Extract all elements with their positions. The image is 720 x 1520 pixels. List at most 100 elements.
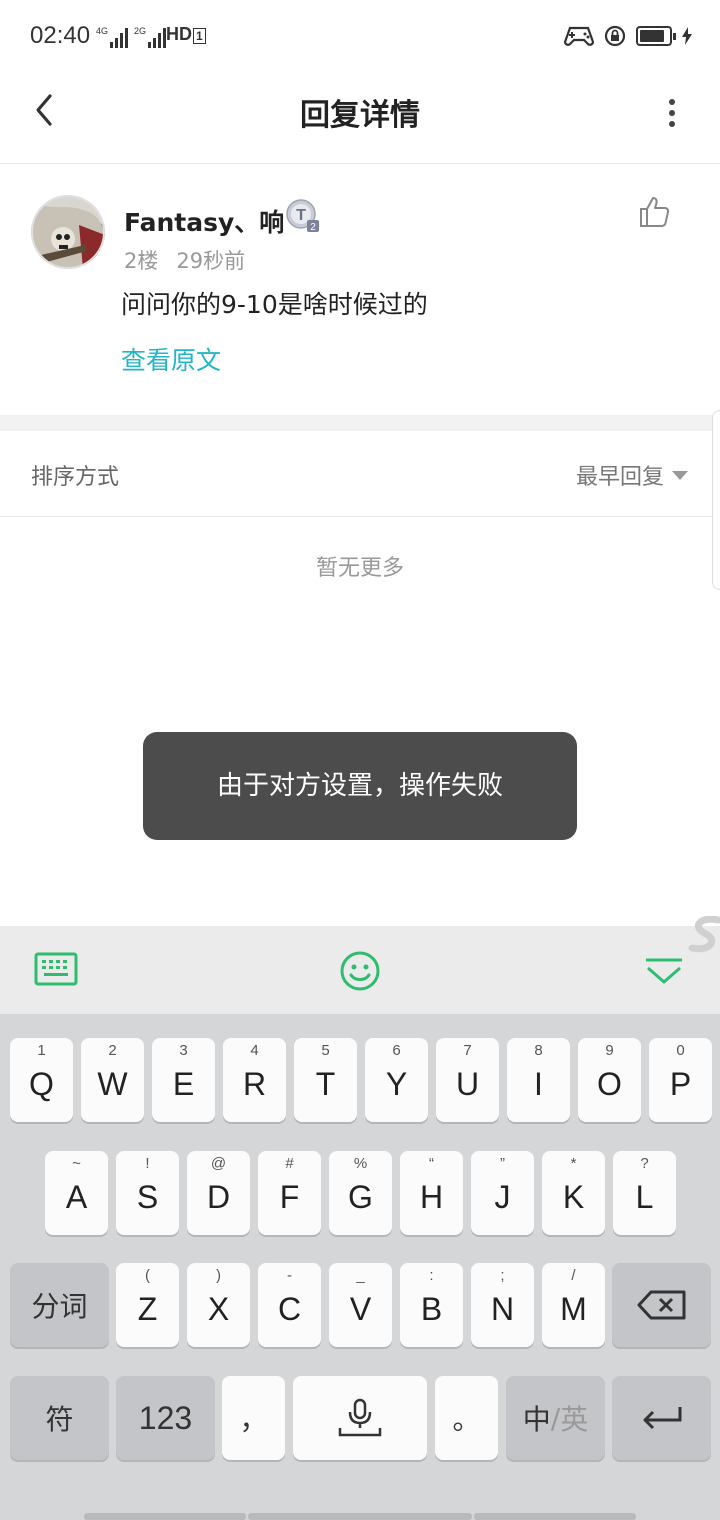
emoji-icon[interactable] bbox=[339, 950, 381, 992]
key-hint: 9 bbox=[605, 1042, 614, 1059]
key-x[interactable]: ) X bbox=[187, 1263, 250, 1347]
key-hint: ” bbox=[500, 1155, 505, 1172]
key-label: G bbox=[348, 1179, 373, 1215]
network-type-1: 4G bbox=[96, 26, 109, 36]
key-a[interactable]: ~ A bbox=[45, 1151, 108, 1235]
svg-text:T: T bbox=[296, 207, 306, 224]
signal-icon-2: 2G bbox=[134, 26, 168, 48]
key-m[interactable]: / M bbox=[542, 1263, 605, 1347]
key-hint: ? bbox=[640, 1155, 649, 1172]
key-label: P bbox=[669, 1066, 692, 1102]
key-hint: “ bbox=[429, 1155, 434, 1172]
user-level-badge-icon: T 2 bbox=[286, 199, 319, 233]
key-hint: / bbox=[571, 1267, 576, 1284]
key-label: N bbox=[490, 1291, 515, 1327]
key-hint: 5 bbox=[321, 1042, 330, 1059]
segment-key[interactable]: 分词 bbox=[10, 1263, 109, 1347]
keyboard-icon[interactable] bbox=[34, 952, 78, 986]
floor-number: 2楼 bbox=[124, 249, 159, 273]
status-bar: 02:40 4G 2G HD 1 bbox=[0, 0, 720, 72]
key-h[interactable]: “H bbox=[400, 1151, 463, 1235]
more-options-icon[interactable] bbox=[664, 94, 680, 134]
reply-meta: 2楼 29秒前 bbox=[124, 245, 245, 275]
view-original-link[interactable]: 查看原文 bbox=[121, 341, 221, 377]
key-u[interactable]: 7U bbox=[436, 1038, 499, 1122]
key-label: V bbox=[349, 1291, 372, 1327]
key-y[interactable]: 6Y bbox=[365, 1038, 428, 1122]
key-b[interactable]: :B bbox=[400, 1263, 463, 1347]
page-title: 回复详情 bbox=[300, 98, 420, 133]
svg-text:2: 2 bbox=[310, 222, 316, 233]
key-n[interactable]: ; N bbox=[471, 1263, 534, 1347]
key-label: K bbox=[562, 1179, 585, 1215]
key-w[interactable]: 2W bbox=[81, 1038, 144, 1122]
signal-icon-1: 4G bbox=[96, 26, 130, 48]
key-hint: 4 bbox=[250, 1042, 259, 1059]
key-t[interactable]: 5T bbox=[294, 1038, 357, 1122]
key-hint: : bbox=[429, 1267, 434, 1284]
key-o[interactable]: 9O bbox=[578, 1038, 641, 1122]
key-label: T bbox=[315, 1066, 336, 1102]
key-label: C bbox=[277, 1291, 302, 1327]
key-j[interactable]: ” J bbox=[471, 1151, 534, 1235]
key-r[interactable]: 4R bbox=[223, 1038, 286, 1122]
key-hint: * bbox=[570, 1155, 577, 1172]
key-hint: 3 bbox=[179, 1042, 188, 1059]
symbols-key[interactable]: 符 bbox=[10, 1376, 109, 1460]
key-i[interactable]: 8I bbox=[507, 1038, 570, 1122]
avatar[interactable] bbox=[31, 195, 105, 269]
key-s[interactable]: ! S bbox=[116, 1151, 179, 1235]
key-label: X bbox=[207, 1291, 230, 1327]
key-hint: ! bbox=[145, 1155, 150, 1172]
backspace-key[interactable] bbox=[612, 1263, 711, 1347]
key-g[interactable]: % G bbox=[329, 1151, 392, 1235]
section-divider bbox=[0, 415, 720, 431]
key-label: S bbox=[136, 1179, 159, 1215]
key-f[interactable]: # F bbox=[258, 1151, 321, 1235]
key-l[interactable]: ? L bbox=[613, 1151, 676, 1235]
key-z[interactable]: (Z bbox=[116, 1263, 179, 1347]
keyboard-toolbar bbox=[0, 916, 720, 1014]
key-label: E bbox=[172, 1066, 195, 1102]
key-hint: ~ bbox=[72, 1155, 81, 1172]
key-hint: @ bbox=[210, 1155, 227, 1172]
period-key[interactable]: 。 bbox=[435, 1376, 498, 1460]
key-v[interactable]: _ V bbox=[329, 1263, 392, 1347]
language-switch-key[interactable]: 中 / 英 bbox=[506, 1376, 605, 1460]
key-hint: 8 bbox=[534, 1042, 543, 1059]
key-hint: ( bbox=[145, 1267, 150, 1284]
key-hint: 2 bbox=[108, 1042, 117, 1059]
numbers-key[interactable]: 123 bbox=[116, 1376, 215, 1460]
key-label: W bbox=[97, 1066, 128, 1102]
nav-bar-indicator bbox=[84, 1513, 246, 1520]
key-label: Y bbox=[385, 1066, 408, 1102]
key-p[interactable]: 0P bbox=[649, 1038, 712, 1122]
key-d[interactable]: @ D bbox=[187, 1151, 250, 1235]
key-k[interactable]: * K bbox=[542, 1151, 605, 1235]
key-hint: - bbox=[287, 1267, 292, 1284]
key-label: D bbox=[206, 1179, 231, 1215]
key-label: U bbox=[455, 1066, 480, 1102]
key-e[interactable]: 3E bbox=[152, 1038, 215, 1122]
enter-key[interactable] bbox=[612, 1376, 711, 1460]
username[interactable]: Fantasy、响 bbox=[124, 203, 284, 239]
microphone-icon bbox=[338, 1398, 382, 1437]
key-c[interactable]: -C bbox=[258, 1263, 321, 1347]
key-label: A bbox=[65, 1179, 88, 1215]
thumbs-up-icon[interactable] bbox=[638, 195, 672, 229]
sogou-logo-icon bbox=[688, 916, 720, 953]
key-hint: 1 bbox=[37, 1042, 46, 1059]
key-hint: 6 bbox=[392, 1042, 401, 1059]
space-voice-key[interactable] bbox=[293, 1376, 427, 1460]
hide-keyboard-icon[interactable] bbox=[644, 956, 684, 986]
key-hint: % bbox=[353, 1155, 368, 1172]
key-hint: _ bbox=[356, 1267, 365, 1284]
sort-dropdown[interactable]: 最早回复 bbox=[576, 459, 688, 491]
charging-icon bbox=[682, 27, 692, 45]
empty-state-text: 暂无更多 bbox=[315, 556, 404, 581]
key-q[interactable]: 1Q bbox=[10, 1038, 73, 1122]
key-label: Q bbox=[29, 1066, 54, 1102]
status-time: 02:40 bbox=[30, 22, 91, 49]
comma-key[interactable]: ， bbox=[222, 1376, 285, 1460]
gamepad-icon bbox=[564, 26, 594, 46]
